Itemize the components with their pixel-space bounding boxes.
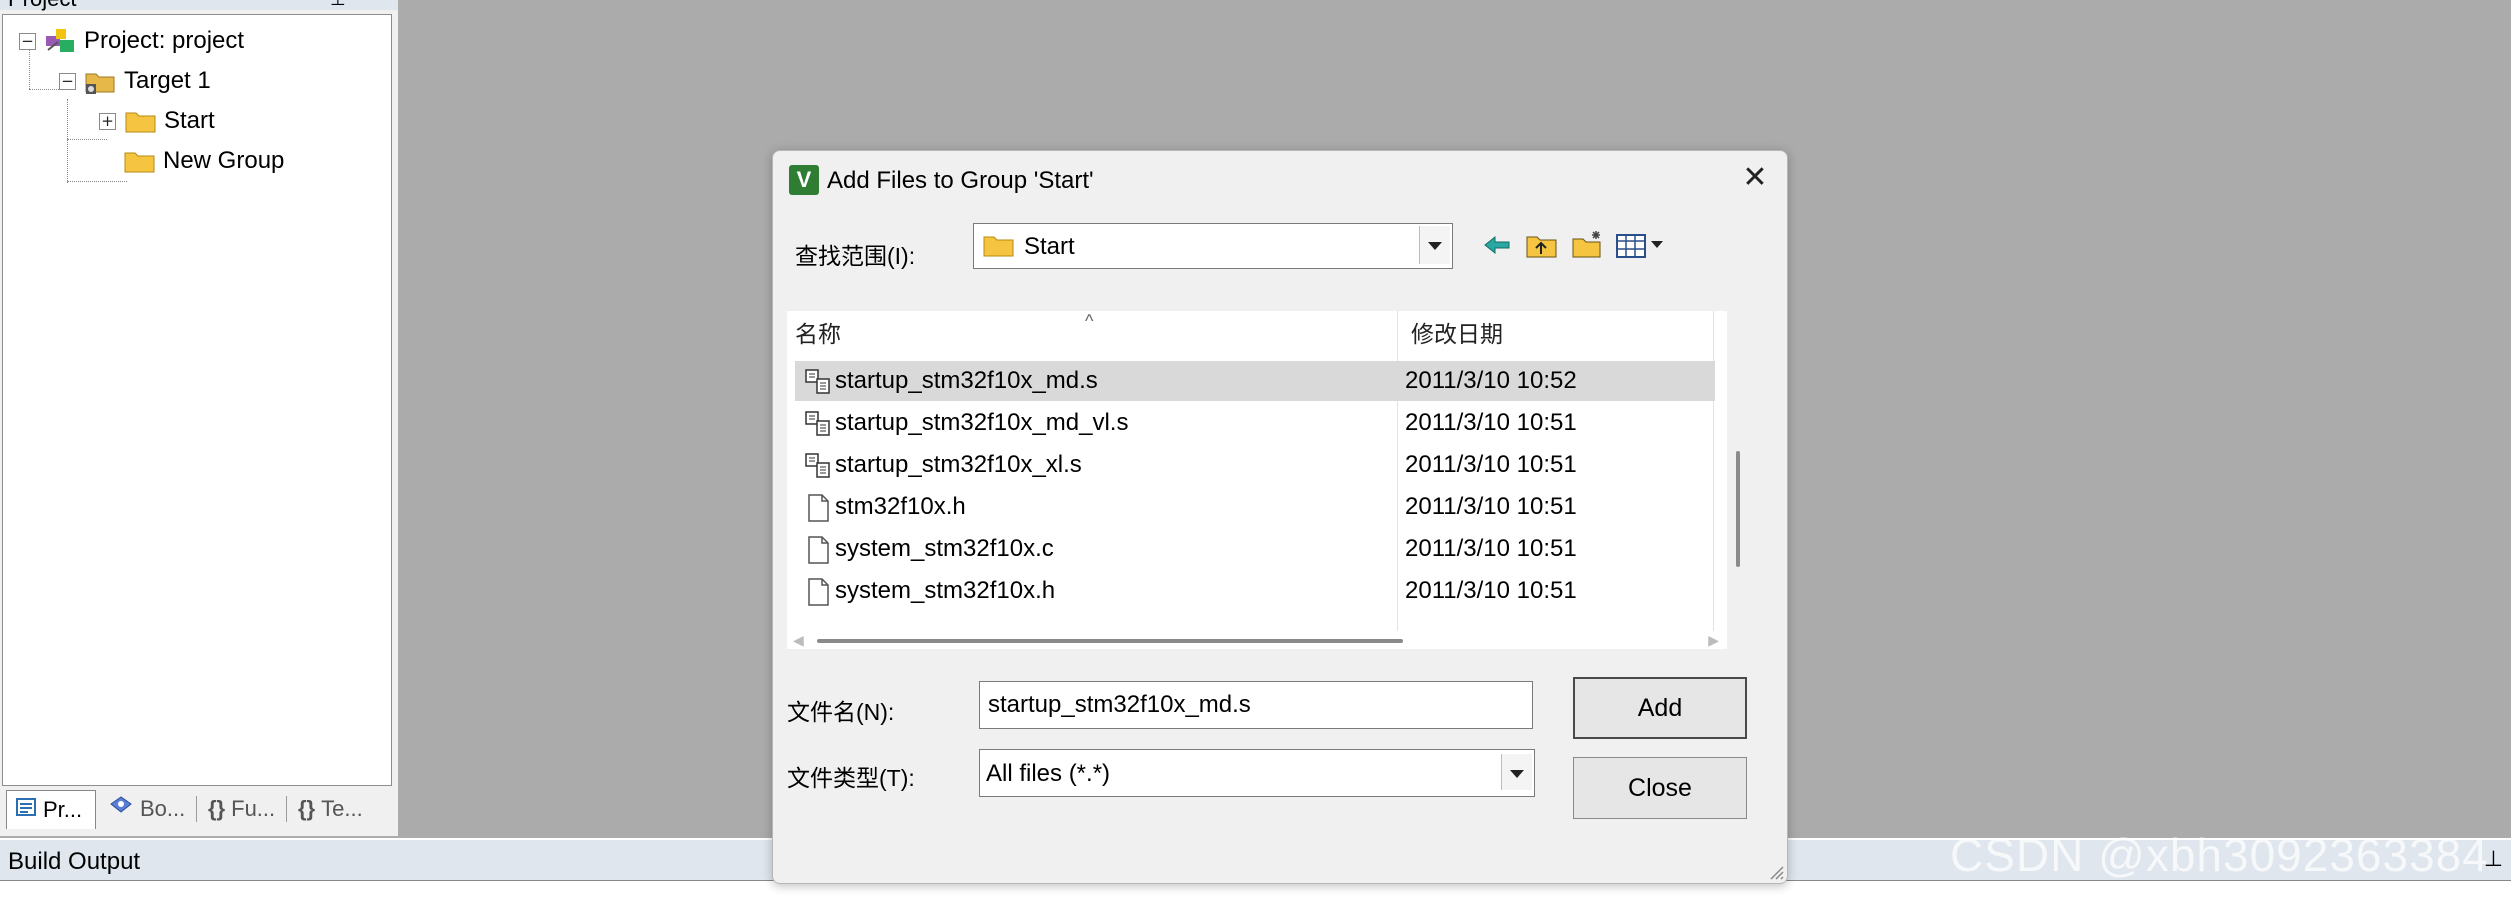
- keil-app-icon: V: [789, 165, 819, 195]
- template-icon: {}: [298, 796, 316, 821]
- filetype-combo[interactable]: All files (*.*): [979, 749, 1535, 797]
- asm-file-icon: [803, 451, 833, 481]
- tree-node-group-new[interactable]: New Group: [123, 143, 284, 179]
- horizontal-scrollbar[interactable]: ◀ ▶: [787, 629, 1727, 651]
- project-pane-tabs: Pr... Bo... {} Fu... {} Te...: [0, 786, 398, 832]
- folder-icon: [124, 106, 158, 136]
- braces-icon: {}: [208, 796, 226, 821]
- column-header-date[interactable]: 修改日期: [1411, 311, 1503, 357]
- tree-node-group-label: New Group: [163, 147, 285, 174]
- add-button[interactable]: Add: [1573, 677, 1747, 739]
- chevron-down-icon[interactable]: [1419, 226, 1450, 264]
- tab-templates[interactable]: {} Te...: [290, 790, 386, 828]
- collapse-icon[interactable]: −: [19, 32, 36, 50]
- pin-icon[interactable]: ⊥: [330, 0, 346, 10]
- look-in-value: Start: [1024, 233, 1075, 260]
- tree-node-project[interactable]: − Project: project: [19, 23, 244, 59]
- chevron-down-icon[interactable]: [1501, 754, 1532, 790]
- project-pane-title: Project: [8, 0, 76, 10]
- tab-label: Te...: [321, 796, 363, 821]
- tab-books[interactable]: Bo...: [100, 790, 192, 828]
- close-button[interactable]: Close: [1573, 757, 1747, 819]
- folder-icon: [123, 146, 157, 176]
- watermark: CSDN @xbh3092363384: [1950, 829, 2489, 881]
- tree-node-target-label: Target 1: [124, 67, 211, 94]
- file-row[interactable]: system_stm32f10x.c 2011/3/10 10:51: [795, 529, 1715, 569]
- file-date: 2011/3/10 10:52: [1405, 367, 1577, 394]
- tree-node-target[interactable]: − Target 1: [59, 63, 211, 99]
- up-folder-icon[interactable]: [1525, 229, 1559, 261]
- file-row[interactable]: startup_stm32f10x_md_vl.s 2011/3/10 10:51: [795, 403, 1715, 443]
- file-row[interactable]: startup_stm32f10x_md.s 2011/3/10 10:52: [795, 361, 1715, 401]
- tab-label: Fu...: [231, 796, 276, 821]
- folder-icon: [982, 232, 1016, 265]
- tab-project[interactable]: Pr...: [6, 790, 96, 829]
- expand-icon[interactable]: +: [99, 112, 116, 130]
- file-name: system_stm32f10x.c: [835, 535, 1054, 562]
- file-icon: [803, 493, 833, 523]
- file-name: stm32f10x.h: [835, 493, 966, 520]
- tab-functions[interactable]: {} Fu...: [200, 790, 284, 828]
- new-folder-icon[interactable]: [1571, 229, 1605, 261]
- filename-input[interactable]: [979, 681, 1533, 729]
- look-in-label: 查找范围(I):: [795, 243, 916, 269]
- filetype-value: All files (*.*): [986, 760, 1111, 787]
- file-list[interactable]: 名称 ^ 修改日期 startup_stm32f10x_md.s 2011/3/1…: [787, 311, 1727, 649]
- file-date: 2011/3/10 10:51: [1405, 409, 1577, 436]
- filetype-label: 文件类型(T):: [787, 765, 915, 791]
- tab-label: Bo...: [140, 796, 186, 821]
- tree-node-group-label: Start: [164, 107, 215, 134]
- file-list-header: 名称 ^ 修改日期: [787, 311, 1727, 357]
- project-icon: [44, 26, 78, 56]
- file-name: startup_stm32f10x_md.s: [835, 367, 1098, 394]
- file-icon: [803, 577, 833, 607]
- project-pane-header: Project ⊥: [0, 0, 398, 10]
- scroll-left-arrow-icon[interactable]: ◀: [793, 632, 804, 649]
- tree-node-project-label: Project: project: [84, 27, 245, 54]
- file-name: startup_stm32f10x_xl.s: [835, 451, 1082, 478]
- tree-node-group-start[interactable]: + Start: [99, 103, 215, 139]
- back-arrow-icon[interactable]: [1481, 229, 1515, 261]
- filename-label: 文件名(N):: [787, 699, 895, 725]
- scroll-right-arrow-icon[interactable]: ▶: [1708, 632, 1719, 649]
- project-tab-icon: [15, 796, 37, 824]
- build-output-title: Build Output: [8, 848, 141, 875]
- look-in-combo[interactable]: Start: [973, 223, 1453, 269]
- file-icon: [803, 535, 833, 565]
- view-menu-icon[interactable]: [1615, 229, 1671, 261]
- file-date: 2011/3/10 10:51: [1405, 451, 1577, 478]
- project-pane: Project ⊥ − Project: project −: [0, 0, 398, 836]
- asm-file-icon: [803, 367, 833, 397]
- dialog-close-button[interactable]: ✕: [1737, 161, 1773, 197]
- resize-grip-icon[interactable]: [1767, 863, 1785, 881]
- target-folder-icon: [84, 66, 118, 96]
- collapse-icon[interactable]: −: [59, 72, 76, 90]
- vertical-scrollbar[interactable]: [1729, 311, 1747, 649]
- file-name: system_stm32f10x.h: [835, 577, 1056, 604]
- file-date: 2011/3/10 10:51: [1405, 577, 1577, 604]
- file-name: startup_stm32f10x_md_vl.s: [835, 409, 1129, 436]
- tab-label: Pr...: [43, 797, 83, 822]
- sort-ascending-icon: ^: [1085, 311, 1094, 331]
- file-row[interactable]: startup_stm32f10x_xl.s 2011/3/10 10:51: [795, 445, 1715, 485]
- project-tree: − Project: project − Target 1 + Start Ne…: [2, 14, 392, 786]
- scrollbar-thumb[interactable]: [1736, 451, 1740, 567]
- dialog-title: Add Files to Group 'Start': [827, 167, 1094, 194]
- books-icon: [108, 794, 134, 824]
- file-date: 2011/3/10 10:51: [1405, 535, 1577, 562]
- add-files-dialog: V Add Files to Group 'Start' ✕ 查找范围(I): …: [772, 150, 1788, 884]
- column-header-name[interactable]: 名称: [795, 311, 841, 357]
- asm-file-icon: [803, 409, 833, 439]
- file-row[interactable]: system_stm32f10x.h 2011/3/10 10:51: [795, 571, 1715, 611]
- file-row[interactable]: stm32f10x.h 2011/3/10 10:51: [795, 487, 1715, 527]
- file-date: 2011/3/10 10:51: [1405, 493, 1577, 520]
- scrollbar-thumb[interactable]: [817, 639, 1403, 643]
